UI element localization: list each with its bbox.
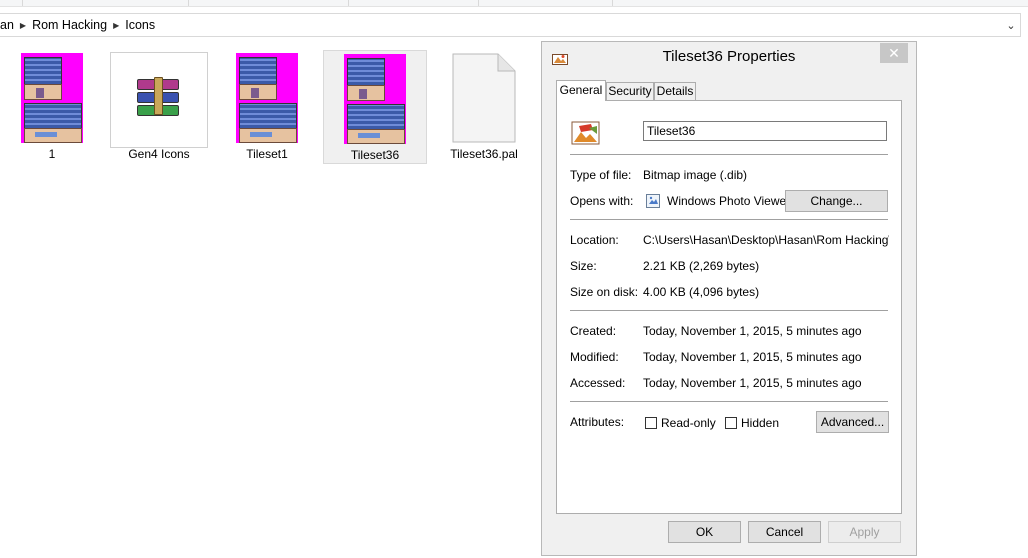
ribbon-separator xyxy=(612,0,613,6)
accessed-label: Accessed: xyxy=(570,376,626,390)
attributes-label: Attributes: xyxy=(570,415,625,429)
divider xyxy=(570,401,888,402)
readonly-checkbox[interactable] xyxy=(645,417,657,429)
bitmap-file-icon xyxy=(571,121,600,145)
general-tab-panel: Tileset36 Type of file: Bitmap image (.d… xyxy=(556,100,902,514)
opens-with-label: Opens with: xyxy=(570,194,634,208)
breadcrumb-arrow-icon[interactable]: ▶ xyxy=(113,21,125,30)
type-value: Bitmap image (.dib) xyxy=(643,168,748,182)
breadcrumb-arrow-icon[interactable]: ▶ xyxy=(20,21,32,30)
size-label: Size: xyxy=(570,259,597,273)
hidden-label[interactable]: Hidden xyxy=(741,416,779,430)
ribbon-separator xyxy=(478,0,479,6)
size-on-disk-value: 4.00 KB (4,096 bytes) xyxy=(643,285,760,299)
file-name: Tileset36.pal xyxy=(450,147,518,161)
breadcrumb-item[interactable]: Icons xyxy=(125,18,161,32)
winrar-archive-icon xyxy=(110,52,208,148)
close-icon[interactable]: ✕ xyxy=(880,43,908,63)
tab-security[interactable]: Security xyxy=(606,82,654,100)
file-name: Tileset1 xyxy=(246,147,288,161)
type-label: Type of file: xyxy=(570,168,632,182)
file-item[interactable]: Gen4 Icons xyxy=(107,50,211,164)
address-dropdown-icon[interactable]: ⌄ xyxy=(1002,14,1020,36)
divider xyxy=(570,310,888,311)
readonly-label[interactable]: Read-only xyxy=(661,416,716,430)
address-bar[interactable]: an ▶ Rom Hacking ▶ Icons ⌄ xyxy=(0,13,1021,37)
photo-viewer-icon xyxy=(646,194,660,208)
opens-with-value: Windows Photo Viewer xyxy=(667,194,791,208)
file-name: 1 xyxy=(48,147,56,161)
size-on-disk-label: Size on disk: xyxy=(570,285,639,299)
modified-value: Today, November 1, 2015, 5 minutes ago xyxy=(643,350,862,364)
tab-general[interactable]: General xyxy=(556,80,606,101)
ok-button[interactable]: OK xyxy=(668,521,741,543)
file-name: Tileset36 xyxy=(350,148,400,162)
modified-label: Modified: xyxy=(570,350,619,364)
breadcrumb-item[interactable]: Rom Hacking xyxy=(32,18,113,32)
location-value: C:\Users\Hasan\Desktop\Hasan\Rom Hacking… xyxy=(643,233,889,247)
size-value: 2.21 KB (2,269 bytes) xyxy=(643,259,760,273)
location-label: Location: xyxy=(570,233,619,247)
file-item[interactable]: Tileset1 xyxy=(215,50,319,164)
accessed-value: Today, November 1, 2015, 5 minutes ago xyxy=(643,376,862,390)
divider xyxy=(570,219,888,220)
apply-button[interactable]: Apply xyxy=(828,521,901,543)
created-value: Today, November 1, 2015, 5 minutes ago xyxy=(643,324,862,338)
change-button[interactable]: Change... xyxy=(785,190,888,212)
file-item[interactable]: 1 xyxy=(0,50,104,164)
bitmap-thumbnail-icon xyxy=(344,54,406,144)
dialog-title: Tileset36 Properties xyxy=(662,48,796,65)
hidden-checkbox[interactable] xyxy=(725,417,737,429)
file-name-input[interactable]: Tileset36 xyxy=(643,121,887,141)
ribbon-separator xyxy=(348,0,349,6)
bitmap-thumbnail-icon xyxy=(21,53,83,143)
dialog-titlebar[interactable]: Tileset36 Properties ✕ xyxy=(542,42,916,72)
cancel-button[interactable]: Cancel xyxy=(748,521,821,543)
tab-details[interactable]: Details xyxy=(654,82,696,100)
file-item[interactable]: Tileset36.pal xyxy=(432,50,536,164)
advanced-button[interactable]: Advanced... xyxy=(816,411,889,433)
blank-file-icon xyxy=(452,53,516,146)
file-item-selected[interactable]: Tileset36 xyxy=(323,50,427,164)
divider xyxy=(570,154,888,155)
created-label: Created: xyxy=(570,324,617,338)
ribbon-separator xyxy=(188,0,189,6)
breadcrumb-item[interactable]: an xyxy=(0,18,20,32)
properties-dialog: Tileset36 Properties ✕ General Security … xyxy=(541,41,917,556)
bitmap-thumbnail-icon xyxy=(236,53,298,143)
ribbon-strip xyxy=(0,0,1028,7)
file-name: Gen4 Icons xyxy=(128,147,190,161)
ribbon-separator xyxy=(22,0,23,6)
